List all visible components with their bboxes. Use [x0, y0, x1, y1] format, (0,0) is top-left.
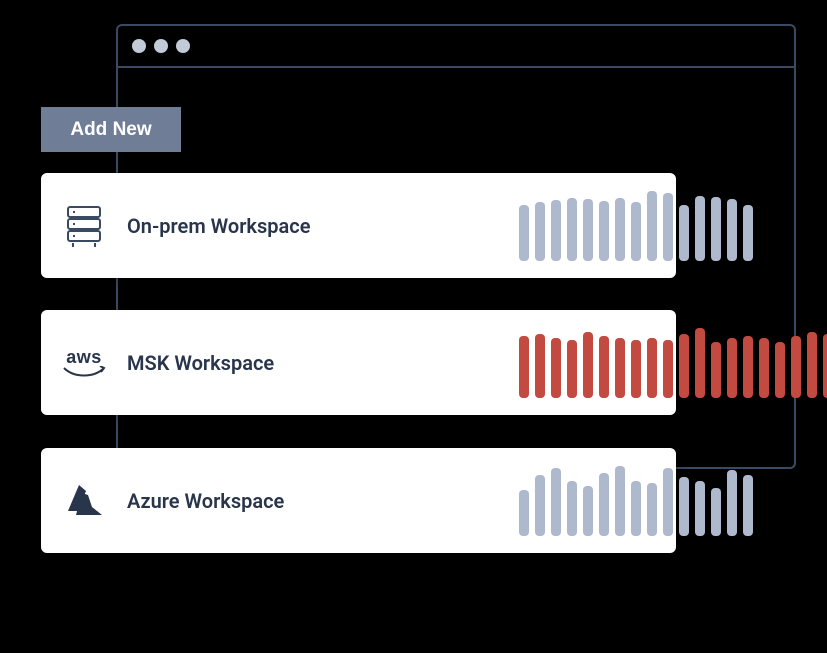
- sparkline-bar: [583, 486, 593, 536]
- sparkline-bar: [807, 332, 817, 398]
- sparkline-bar: [599, 336, 609, 398]
- sparkline-bar: [791, 336, 801, 398]
- sparkline-bar: [647, 338, 657, 398]
- sparkline-bar: [759, 338, 769, 398]
- sparkline-bar: [519, 205, 529, 261]
- sparkline-bar: [743, 475, 753, 536]
- sparkline-bar: [535, 202, 545, 261]
- sparkline-bar: [567, 340, 577, 398]
- sparkline-bar: [695, 328, 705, 398]
- window-dot-close[interactable]: [132, 39, 146, 53]
- sparkline-bar: [631, 340, 641, 398]
- sparkline-bar: [519, 336, 529, 398]
- workspace-card-azure[interactable]: Azure Workspace: [41, 448, 676, 553]
- sparkline-bar: [535, 475, 545, 536]
- aws-wordmark: aws: [66, 347, 102, 368]
- sparkline-bar: [679, 205, 689, 261]
- sparkline-bar: [711, 197, 721, 261]
- workspace-label: MSK Workspace: [127, 351, 274, 375]
- server-rack-icon: [59, 205, 109, 247]
- sparkline-bar: [711, 488, 721, 536]
- sparkline-bar: [663, 193, 673, 261]
- sparkline-bar: [727, 338, 737, 398]
- sparkline-bar: [743, 336, 753, 398]
- sparkline-bar: [727, 470, 737, 536]
- window-dot-maximize[interactable]: [176, 39, 190, 53]
- sparkline-bar: [615, 466, 625, 536]
- aws-icon: aws: [59, 347, 109, 378]
- sparkline-bar: [551, 468, 561, 536]
- sparkline-bar: [647, 483, 657, 536]
- sparkline-bar: [679, 477, 689, 536]
- sparkline-bar: [615, 198, 625, 261]
- sparkline-bar: [775, 342, 785, 398]
- sparkline-bar: [615, 338, 625, 398]
- workspace-sparkline-onprem: [519, 191, 753, 261]
- sparkline-bar: [583, 332, 593, 398]
- workspace-label: On-prem Workspace: [127, 214, 310, 238]
- add-new-button[interactable]: Add New: [41, 107, 181, 152]
- sparkline-bar: [599, 473, 609, 536]
- add-new-label: Add New: [70, 119, 151, 141]
- sparkline-bar: [743, 205, 753, 261]
- workspace-sparkline-azure: [519, 466, 753, 536]
- sparkline-bar: [663, 468, 673, 536]
- sparkline-bar: [551, 200, 561, 261]
- window-dot-minimize[interactable]: [154, 39, 168, 53]
- sparkline-bar: [711, 342, 721, 398]
- workspace-label: Azure Workspace: [127, 489, 284, 513]
- sparkline-bar: [647, 191, 657, 261]
- sparkline-bar: [631, 202, 641, 261]
- azure-icon: [59, 483, 109, 519]
- sparkline-bar: [679, 334, 689, 398]
- window-titlebar: [118, 26, 794, 68]
- sparkline-bar: [727, 199, 737, 261]
- sparkline-bar: [551, 338, 561, 398]
- sparkline-bar: [631, 481, 641, 536]
- workspace-card-msk[interactable]: aws MSK Workspace: [41, 310, 676, 415]
- sparkline-bar: [599, 201, 609, 261]
- sparkline-bar: [519, 490, 529, 536]
- sparkline-bar: [695, 196, 705, 261]
- sparkline-bar: [823, 334, 827, 398]
- sparkline-bar: [663, 340, 673, 398]
- sparkline-bar: [567, 198, 577, 261]
- sparkline-bar: [695, 481, 705, 536]
- workspace-card-onprem[interactable]: On-prem Workspace: [41, 173, 676, 278]
- sparkline-bar: [535, 334, 545, 398]
- sparkline-bar: [567, 481, 577, 536]
- workspace-sparkline-msk: [519, 328, 827, 398]
- sparkline-bar: [583, 199, 593, 261]
